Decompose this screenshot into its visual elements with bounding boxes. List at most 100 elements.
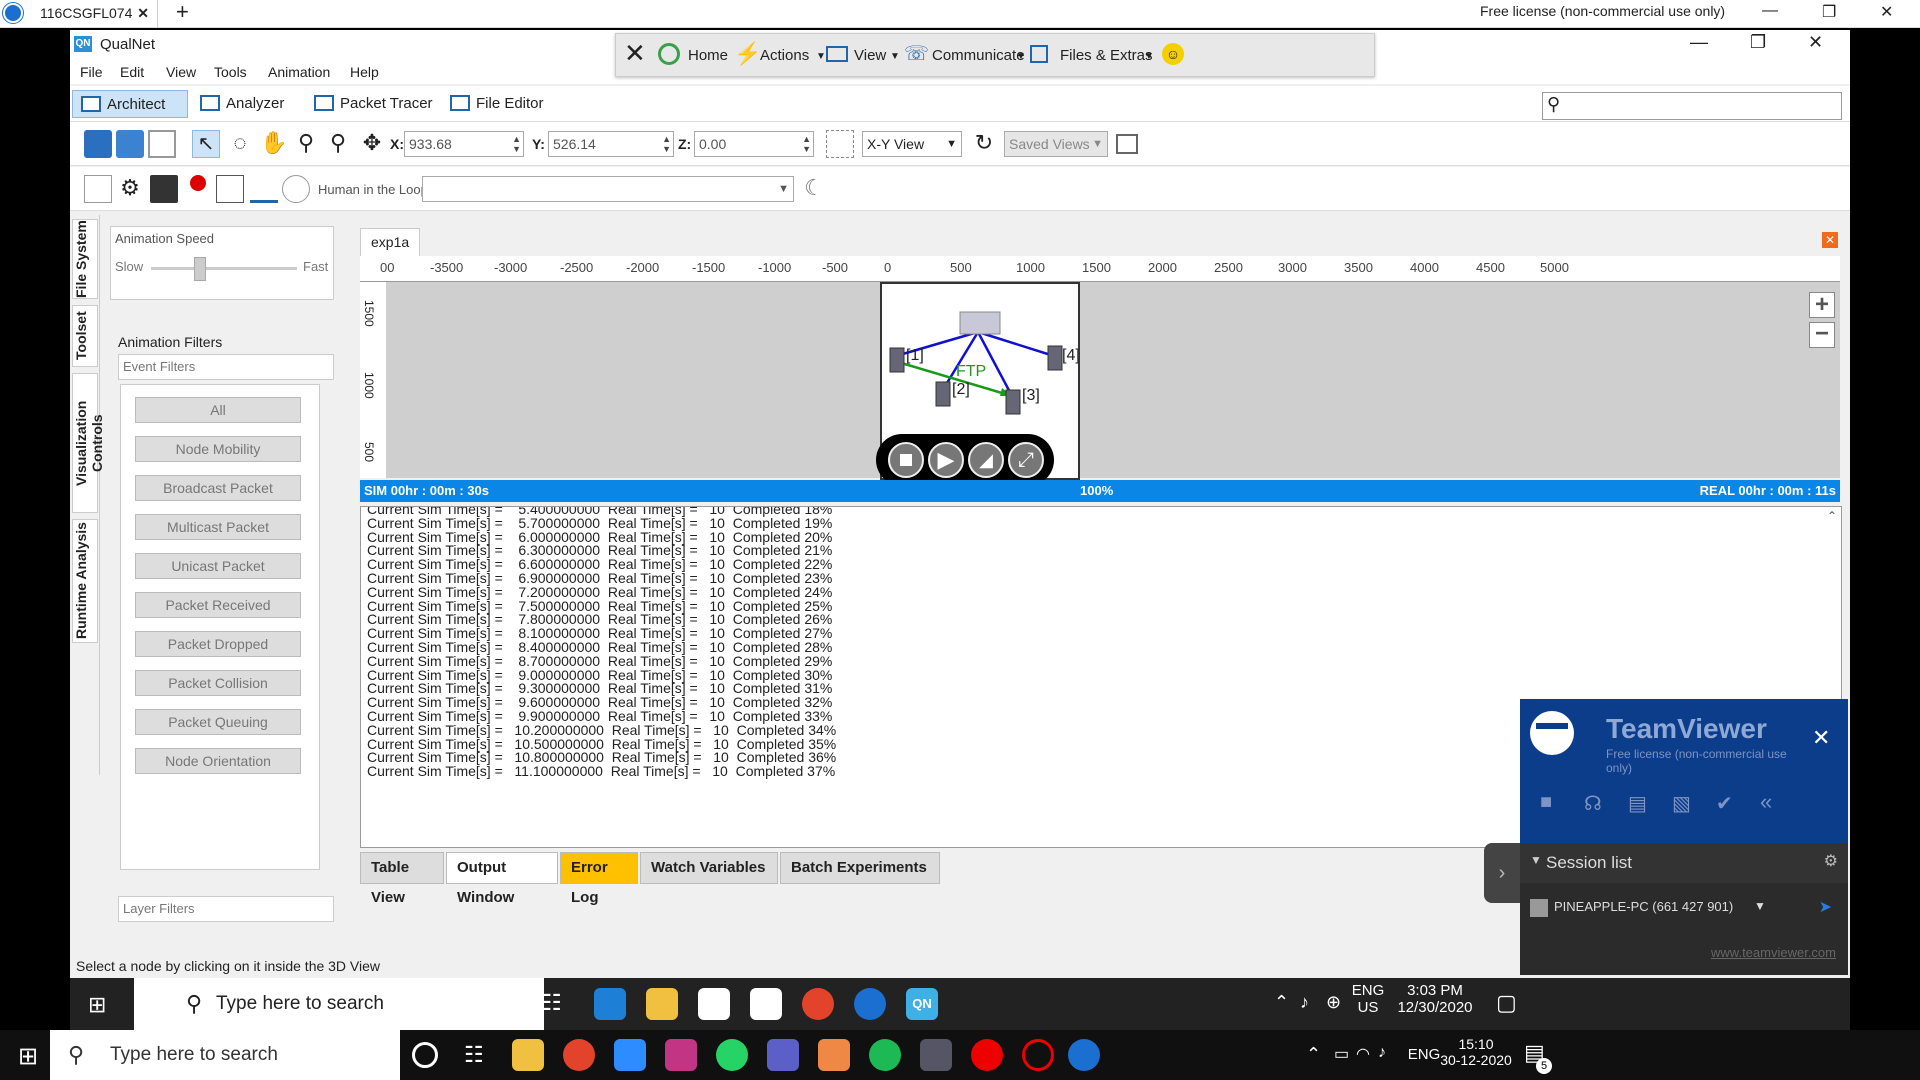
filter-packet-collision-button[interactable]: Packet Collision — [135, 670, 301, 696]
z-coordinate-input[interactable]: 0.00 ▲ ▼ — [694, 131, 814, 157]
filter-packet-queuing-button[interactable]: Packet Queuing — [135, 709, 301, 735]
zoom-out-button[interactable]: − — [1809, 322, 1835, 348]
run-icon[interactable] — [84, 175, 112, 203]
chevron-down-icon[interactable]: ▼ — [1754, 899, 1766, 913]
minimize-icon[interactable]: — — [1762, 2, 1778, 20]
step-button[interactable]: ◢ — [968, 442, 1004, 478]
teams-icon[interactable] — [767, 1039, 799, 1071]
spinner-icon[interactable]: ▲ ▼ — [802, 134, 811, 154]
windows-start-icon[interactable]: ⊞ — [88, 992, 106, 1018]
vpn-icon[interactable] — [920, 1039, 952, 1071]
filter-packet-received-button[interactable]: Packet Received — [135, 592, 301, 618]
zoom-icon[interactable]: ⚲ — [292, 130, 320, 158]
remote-language[interactable]: ENG US — [1350, 982, 1386, 1016]
tv-actions-button[interactable]: Actions — [760, 47, 809, 64]
tab-toolset[interactable]: Toolset — [72, 305, 98, 367]
movie-clapper-icon[interactable] — [150, 175, 178, 203]
volume-icon[interactable]: ♪ — [1378, 1044, 1386, 1062]
spinner-icon[interactable]: ▲ ▼ — [662, 134, 671, 154]
video-icon[interactable]: ■ — [1540, 791, 1552, 814]
restore-icon[interactable]: ❐ — [1750, 32, 1766, 53]
remote-clock[interactable]: 3:03 PM 12/30/2020 — [1390, 982, 1480, 1016]
access-point-icon[interactable] — [959, 311, 1001, 335]
feedback-smiley-icon[interactable]: ☺ — [1162, 43, 1184, 65]
cortana-icon[interactable] — [412, 1042, 438, 1068]
task-view-icon[interactable]: ☷ — [464, 1042, 484, 1068]
menu-help[interactable]: Help — [350, 64, 379, 80]
local-search-box[interactable]: ⚲ Type here to search — [50, 1030, 400, 1080]
stop-button[interactable] — [888, 442, 924, 478]
speed-slider-handle[interactable] — [193, 257, 206, 281]
menu-tools[interactable]: Tools — [214, 64, 247, 80]
save-icon[interactable] — [148, 130, 176, 158]
tab-output-window[interactable]: Output Window — [446, 852, 558, 906]
remote-session-tab[interactable]: 116CSGFL074 ✕ — [28, 0, 158, 28]
spinner-icon[interactable]: ▲ ▼ — [512, 134, 521, 154]
filter-all-button[interactable]: All — [135, 397, 301, 423]
add-tab-button[interactable]: + — [176, 0, 189, 24]
close-session-icon[interactable]: ✕ — [624, 38, 646, 68]
mail-icon[interactable] — [750, 988, 782, 1020]
connect-icon[interactable]: ➤ — [1819, 897, 1832, 917]
close-icon[interactable]: ✕ — [1808, 32, 1823, 53]
record-icon[interactable] — [184, 175, 212, 203]
zoom-area-icon[interactable]: ⚲ — [324, 130, 352, 158]
file-explorer-icon[interactable] — [646, 988, 678, 1020]
filter-node-mobility-button[interactable]: Node Mobility — [135, 436, 301, 462]
settings-gear-icon[interactable]: ⚙ — [116, 175, 144, 203]
x-coordinate-input[interactable]: 933.68 ▲ ▼ — [404, 131, 524, 157]
wifi-icon[interactable]: ◠ — [1356, 1044, 1370, 1064]
zoom-in-button[interactable]: + — [1809, 292, 1835, 318]
filter-packet-dropped-button[interactable]: Packet Dropped — [135, 631, 301, 657]
chrome-icon[interactable] — [563, 1039, 595, 1071]
close-icon[interactable]: ✕ — [137, 0, 149, 26]
teamviewer-icon[interactable] — [1068, 1039, 1100, 1071]
lasso-icon[interactable]: ◌ — [226, 130, 254, 158]
tab-table-view[interactable]: Table View — [360, 852, 444, 906]
store-icon[interactable] — [698, 988, 730, 1020]
notifications-icon[interactable]: ▢ — [1496, 990, 1517, 1016]
files-icon[interactable]: ▧ — [1672, 791, 1691, 816]
session-list-header[interactable]: ▼ Session list ⚙ — [1520, 843, 1848, 883]
terrain-area[interactable]: [1] [2] [3] [4] FTP ▶ ◢ ⤢ — [876, 282, 1080, 486]
disk-icon[interactable] — [282, 175, 310, 203]
menu-edit[interactable]: Edit — [120, 64, 144, 80]
collapse-icon[interactable]: « — [1760, 789, 1772, 815]
play-button[interactable]: ▶ — [928, 442, 964, 478]
tab-batch-experiments[interactable]: Batch Experiments — [780, 852, 940, 884]
fullscreen-button[interactable]: ⤢ — [1008, 442, 1044, 478]
mode-file-editor[interactable]: File Editor — [442, 90, 572, 118]
spotify-icon[interactable] — [869, 1039, 901, 1071]
mode-packet-tracer[interactable]: Packet Tracer — [306, 90, 456, 118]
local-clock[interactable]: 15:10 30-12-2020 — [1436, 1036, 1516, 1068]
network-canvas[interactable]: 1500 1000 500 [1] [2] [3] [4 FTP ▶ ◢ ⤢ +… — [360, 282, 1840, 486]
speed-slider[interactable] — [151, 257, 297, 281]
teamviewer-link[interactable]: www.teamviewer.com — [1711, 945, 1836, 960]
close-document-icon[interactable]: ✕ — [1822, 232, 1838, 248]
y-coordinate-input[interactable]: 526.14 ▲ ▼ — [548, 131, 674, 157]
device-icon[interactable]: ▭ — [1334, 1044, 1349, 1064]
headset-icon[interactable]: ☊ — [1584, 791, 1602, 816]
menu-file[interactable]: File — [80, 64, 103, 80]
saved-views-select[interactable]: Saved Views ▼ — [1004, 131, 1108, 157]
qualnet-taskbar-icon[interactable]: QN — [906, 988, 938, 1020]
volume-icon[interactable]: ♪ — [1300, 992, 1309, 1013]
chart-icon[interactable] — [250, 175, 278, 203]
tv-communicate-button[interactable]: Communicate — [932, 47, 1025, 64]
tab-error-log[interactable]: Error Log — [560, 852, 638, 906]
instagram-icon[interactable] — [665, 1039, 697, 1071]
filter-broadcast-packet-button[interactable]: Broadcast Packet — [135, 475, 301, 501]
tray-chevron-icon[interactable]: ⌃ — [1306, 1044, 1321, 1065]
view-select[interactable]: X-Y View ▼ — [862, 131, 962, 157]
session-item[interactable]: PINEAPPLE-PC (661 427 901) ▼ ➤ — [1520, 883, 1848, 933]
tab-exp1a[interactable]: exp1a — [360, 228, 420, 256]
chrome-icon[interactable] — [802, 988, 834, 1020]
refresh-icon[interactable]: ↻ — [970, 130, 998, 158]
close-window-icon[interactable]: ✕ — [1880, 2, 1893, 22]
opera-gx-icon[interactable] — [1022, 1039, 1054, 1071]
window-icon[interactable] — [1116, 134, 1138, 154]
tv-files-button[interactable]: Files & Extras — [1060, 47, 1153, 64]
remote-search-box[interactable]: ⚲ Type here to search — [134, 978, 544, 1030]
tray-chevron-icon[interactable]: ⌃ — [1274, 992, 1289, 1013]
grid-settings-icon[interactable] — [826, 130, 854, 158]
